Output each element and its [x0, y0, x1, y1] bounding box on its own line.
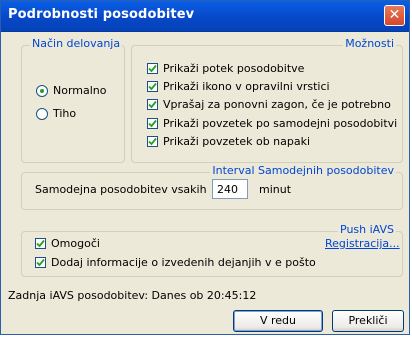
push-iavs-legend: Push iAVS [338, 223, 396, 236]
checkmark-icon [148, 100, 157, 109]
checkbox-add-info-email[interactable] [35, 257, 46, 268]
interval-input[interactable]: 240 [212, 179, 248, 199]
checkmark-icon [148, 82, 157, 91]
checkbox-enable-push[interactable] [35, 238, 46, 249]
radio-quiet-label[interactable]: Tiho [53, 107, 76, 120]
radio-normal-label[interactable]: Normalno [53, 84, 107, 97]
cancel-button[interactable]: Prekliči [332, 310, 404, 332]
checkmark-icon [148, 119, 157, 128]
checkmark-icon [36, 258, 45, 267]
checkmark-icon [148, 64, 157, 73]
checkbox-show-progress-label[interactable]: Prikaži potek posodobitve [163, 62, 304, 75]
checkbox-ask-restart[interactable] [147, 99, 158, 110]
window-title: Podrobnosti posodobitev [8, 7, 195, 22]
options-group-legend: Možnosti [343, 37, 396, 50]
radio-quiet[interactable] [36, 108, 48, 120]
checkbox-summary-after-update[interactable] [147, 118, 158, 129]
ok-button[interactable]: V redu [233, 310, 323, 332]
radio-normal[interactable] [36, 85, 48, 97]
last-update-status: Zadnja iAVS posodobitev: Danes ob 20:45:… [8, 289, 257, 302]
checkbox-enable-push-label[interactable]: Omogoči [51, 237, 100, 250]
checkbox-show-progress[interactable] [147, 63, 158, 74]
mode-group-legend: Način delovanja [30, 37, 123, 50]
checkbox-show-tray-icon-label[interactable]: Prikaži ikono v opravilni vrstici [163, 80, 330, 93]
interval-group-legend: Interval Samodejnih posodobitev [210, 164, 396, 177]
checkbox-summary-on-error-label[interactable]: Prikaži povzetek ob napaki [163, 135, 310, 148]
checkbox-summary-after-update-label[interactable]: Prikaži povzetek po samodejni posodobitv… [163, 117, 397, 130]
checkbox-add-info-email-label[interactable]: Dodaj informacije o izvedenih dejanjih v… [51, 256, 316, 269]
mode-group: Način delovanja [21, 37, 125, 163]
checkbox-ask-restart-label[interactable]: Vprašaj za ponovni zagon, če je potrebno [163, 98, 391, 111]
close-button[interactable]: ✕ [384, 5, 405, 26]
title-bar[interactable]: Podrobnosti posodobitev ✕ [1, 1, 409, 32]
checkbox-summary-on-error[interactable] [147, 136, 158, 147]
registration-link[interactable]: Registracija... [325, 237, 400, 250]
close-icon: ✕ [388, 7, 401, 23]
checkbox-show-tray-icon[interactable] [147, 81, 158, 92]
interval-unit-label: minut [259, 183, 292, 196]
checkmark-icon [36, 239, 45, 248]
dialog-window: Podrobnosti posodobitev ✕ Način delovanj… [0, 0, 410, 335]
radio-selected-dot [40, 89, 44, 93]
checkmark-icon [148, 137, 157, 146]
interval-label: Samodejna posodobitev vsakih [35, 183, 207, 196]
